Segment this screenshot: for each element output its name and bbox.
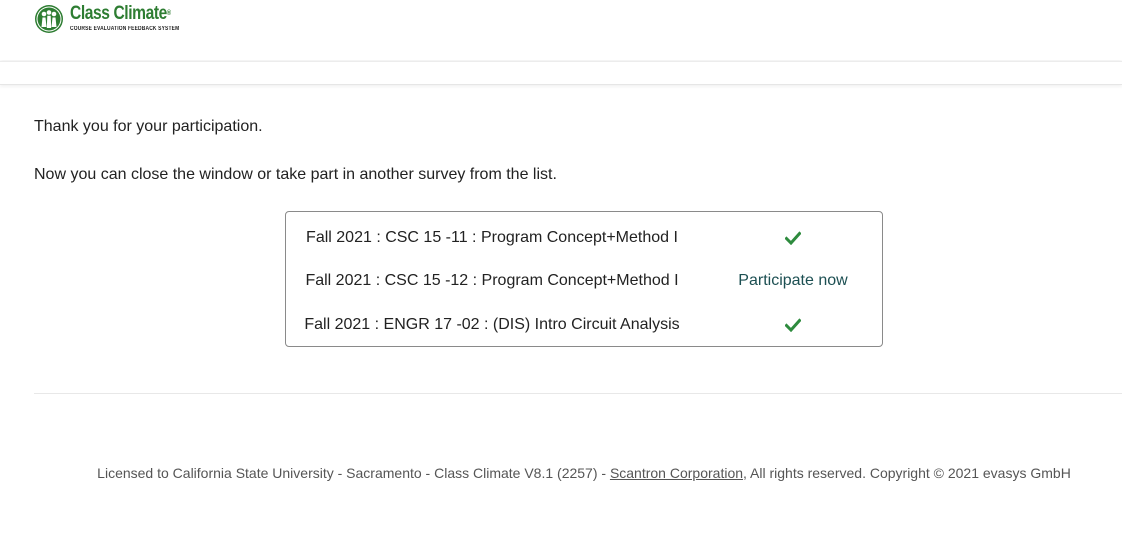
thank-you-message: Thank you for your participation.: [34, 118, 263, 135]
survey-list: Fall 2021 : CSC 15 -11 : Program Concept…: [285, 211, 883, 347]
footer: Licensed to California State University …: [0, 465, 1122, 481]
survey-status: [698, 216, 888, 260]
footer-copyright-text: , All rights reserved. Copyright © 2021 …: [743, 465, 1071, 481]
survey-name: Fall 2021 : CSC 15 -12 : Program Concept…: [305, 272, 679, 289]
navigation-bar: [0, 61, 1122, 85]
logo-name: Class Climate®: [70, 4, 179, 24]
survey-row: Fall 2021 : CSC 15 -11 : Program Concept…: [286, 216, 882, 260]
logo-name-text: Class Climate: [70, 3, 167, 24]
class-climate-logo[interactable]: Class Climate® COURSE EVALUATION FEEDBAC…: [34, 4, 203, 36]
scantron-link[interactable]: Scantron Corporation: [610, 465, 743, 481]
participate-now-link[interactable]: Participate now: [738, 272, 847, 289]
logo-tagline: COURSE EVALUATION FEEDBACK SYSTEM: [70, 26, 180, 32]
survey-name: Fall 2021 : ENGR 17 -02 : (DIS) Intro Ci…: [304, 316, 680, 333]
check-icon: [785, 231, 801, 245]
survey-row: Fall 2021 : ENGR 17 -02 : (DIS) Intro Ci…: [286, 303, 882, 347]
survey-status: Participate now: [698, 259, 888, 303]
content-divider: [34, 393, 1122, 394]
survey-name: Fall 2021 : CSC 15 -11 : Program Concept…: [306, 229, 678, 246]
logo-text: Class Climate® COURSE EVALUATION FEEDBAC…: [70, 4, 203, 33]
footer-license-text: Licensed to California State University …: [97, 465, 610, 481]
check-icon: [785, 318, 801, 332]
instruction-message: Now you can close the window or take par…: [34, 166, 557, 183]
registered-mark: ®: [166, 10, 171, 17]
survey-status: [698, 303, 888, 347]
page-header: Class Climate® COURSE EVALUATION FEEDBAC…: [0, 0, 1122, 60]
survey-row: Fall 2021 : CSC 15 -12 : Program Concept…: [286, 259, 882, 303]
logo-people-icon: [35, 5, 63, 33]
